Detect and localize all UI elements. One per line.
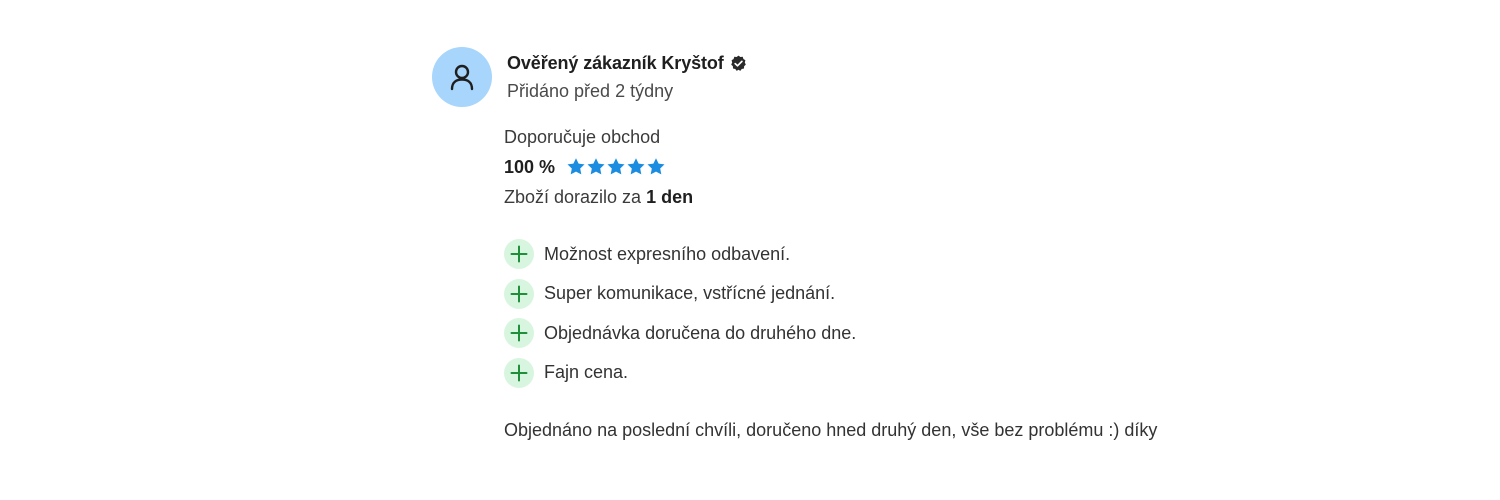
plus-icon — [504, 278, 534, 309]
star-icon — [647, 158, 665, 175]
pro-item: Fajn cena. — [504, 357, 1324, 389]
delivery-info: Zboží dorazilo za 1 den — [504, 184, 1324, 210]
delivery-value: 1 den — [646, 187, 694, 207]
user-icon — [450, 64, 474, 91]
pros-list: Možnost expresního odbavení. Super komuni… — [504, 238, 1324, 389]
review-comment: Objednáno na poslední chvíli, doručeno h… — [504, 419, 1158, 440]
pro-item: Možnost expresního odbavení. — [504, 238, 1324, 270]
author-block: Ověřený zákazník Kryštof Přidáno před 2 … — [507, 50, 747, 104]
author-line: Ověřený zákazník Kryštof — [507, 50, 747, 76]
pro-text: Možnost expresního odbavení. — [544, 243, 791, 264]
added-date: Přidáno před 2 týdny — [507, 81, 674, 101]
pro-text: Fajn cena. — [544, 362, 629, 382]
review-header: Ověřený zákazník Kryštof Přidáno před 2 … — [432, 46, 1332, 108]
star-icon — [567, 158, 585, 175]
rating-percent: 100 % — [504, 156, 556, 177]
star-icon — [627, 158, 645, 175]
verified-check-icon — [730, 55, 747, 72]
review-card: Ověřený zákazník Kryštof Přidáno před 2 … — [432, 46, 1332, 440]
star-icon — [607, 158, 625, 175]
pro-item: Objednávka doručena do druhého dne. — [504, 317, 1324, 349]
star-rating — [566, 157, 666, 177]
star-icon — [587, 158, 605, 175]
pro-item: Super komunikace, vstřícné jednání. — [504, 278, 1324, 310]
plus-icon — [504, 357, 534, 388]
plus-icon — [504, 239, 534, 269]
pro-text: Objednávka doručena do druhého dne. — [544, 322, 857, 343]
pro-text: Super komunikace, vstřícné jednání. — [544, 283, 836, 303]
avatar — [432, 47, 492, 107]
rating-line: 100 % — [504, 154, 1324, 180]
recommend-label: Doporučuje obchod — [504, 127, 661, 147]
review-body: Doporučuje obchod 100 % Zboží dorazilo z… — [504, 124, 1324, 443]
plus-icon — [504, 318, 534, 348]
author-name: Ověřený zákazník Kryštof — [507, 52, 724, 73]
delivery-prefix: Zboží dorazilo za — [504, 187, 647, 207]
